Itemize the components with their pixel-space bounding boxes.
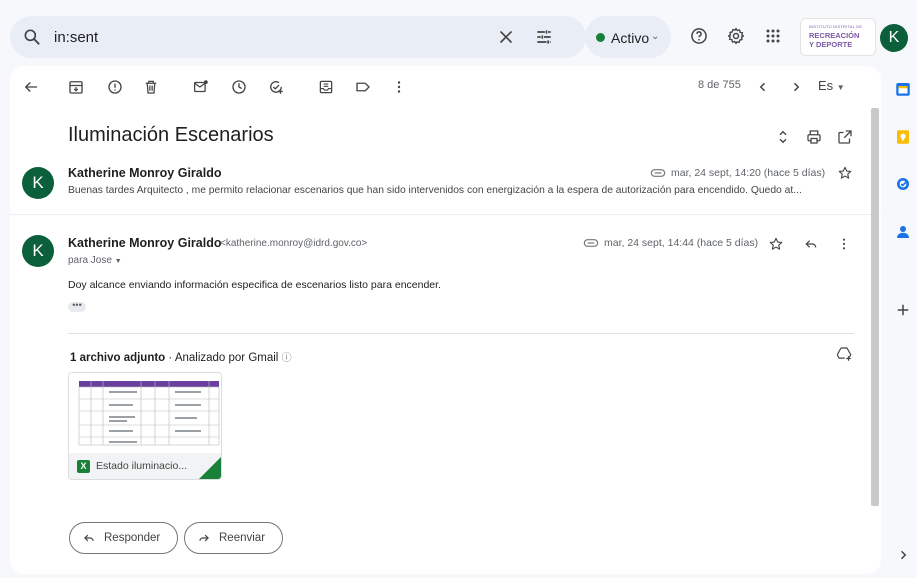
help-icon[interactable]	[689, 26, 709, 46]
mark-unread-icon[interactable]	[192, 78, 210, 96]
attachments-divider	[68, 333, 854, 334]
language-label: Es	[818, 78, 834, 93]
logo-line-3: Y DEPORTE	[809, 40, 853, 49]
clear-search-icon[interactable]	[496, 27, 516, 47]
account-avatar[interactable]: K	[880, 24, 908, 52]
apps-grid-icon[interactable]	[763, 26, 783, 46]
organization-logo[interactable]: INSTITUTO DISTRITAL DE RECREACIÓN Y DEPO…	[800, 18, 876, 56]
forward-label: Reenviar	[219, 532, 266, 544]
sender-avatar[interactable]: K	[22, 167, 54, 199]
open-new-window-icon[interactable]	[836, 128, 854, 146]
archive-icon[interactable]	[67, 78, 85, 96]
print-icon[interactable]	[805, 128, 823, 146]
more-vertical-icon[interactable]	[836, 236, 852, 252]
star-icon[interactable]	[837, 165, 853, 181]
reply-icon	[84, 534, 94, 542]
attachment-count: 1 archivo adjunto	[70, 352, 166, 364]
report-spam-icon[interactable]	[106, 78, 124, 96]
recipients-label: para Jose	[68, 255, 112, 266]
sender-name[interactable]: Katherine Monroy Giraldo	[68, 166, 222, 180]
star-icon[interactable]	[768, 236, 784, 252]
keep-icon[interactable]	[894, 128, 912, 146]
chevron-right-icon[interactable]	[787, 78, 805, 96]
reply-label: Responder	[104, 532, 161, 544]
logo-line-2: RECREACIÓN	[809, 31, 860, 40]
expand-panel-chevron-icon[interactable]	[894, 546, 912, 564]
logo-line-1: INSTITUTO DISTRITAL DE	[809, 24, 863, 29]
message-body: Doy alcance enviando información especif…	[68, 279, 441, 291]
more-vertical-icon[interactable]	[390, 78, 408, 96]
move-to-icon[interactable]	[317, 78, 335, 96]
message-date: mar, 24 sept, 14:20 (hace 5 días)	[671, 167, 826, 179]
settings-gear-icon[interactable]	[726, 26, 746, 46]
search-options-icon[interactable]	[534, 27, 554, 47]
chevron-down-icon: ⌄	[651, 31, 660, 42]
sender-email: <katherine.monroy@idrd.gov.co>	[220, 238, 368, 249]
search-icon[interactable]	[22, 27, 42, 47]
scrollbar[interactable]	[871, 108, 879, 506]
bullet-separator: ·	[165, 352, 175, 364]
spreadsheet-thumbnail	[69, 373, 221, 453]
add-addon-icon[interactable]	[894, 301, 912, 319]
attachment-clip-icon	[650, 169, 666, 177]
delete-icon[interactable]	[142, 78, 160, 96]
sender-avatar[interactable]: K	[22, 235, 54, 267]
caret-down-icon: ▼	[114, 258, 122, 265]
attachments-header: 1 archivo adjunto · Analizado por Gmail …	[70, 349, 292, 364]
attachment-filename: Estado iluminacio...	[96, 460, 188, 472]
label-icon[interactable]	[354, 78, 372, 96]
info-icon[interactable]: ⓘ	[282, 353, 292, 364]
search-bar[interactable]: in:sent	[10, 16, 586, 58]
thread-subject: Iluminación Escenarios	[68, 124, 274, 146]
status-label: Activo	[611, 30, 650, 46]
reply-icon[interactable]	[803, 236, 819, 252]
back-arrow-icon[interactable]	[22, 78, 40, 96]
message-divider	[10, 214, 881, 215]
add-to-drive-icon[interactable]	[835, 345, 853, 363]
expand-collapse-icon[interactable]	[774, 128, 792, 146]
reply-button[interactable]: Responder	[69, 522, 178, 554]
add-task-icon[interactable]	[267, 78, 285, 96]
attachment-card[interactable]: X Estado iluminacio...	[68, 372, 222, 480]
message-panel: 8 de 755 Es ▼ Iluminación Escenarios K K…	[10, 66, 881, 574]
tasks-icon[interactable]	[894, 175, 912, 193]
chevron-left-icon[interactable]	[754, 78, 772, 96]
excel-file-icon: X	[77, 460, 90, 473]
calendar-icon[interactable]	[894, 80, 912, 98]
forward-button[interactable]: Reenviar	[184, 522, 283, 554]
recipients-toggle[interactable]: para Jose ▼	[68, 255, 122, 266]
snooze-clock-icon[interactable]	[230, 78, 248, 96]
sender-name[interactable]: Katherine Monroy Giraldo	[68, 236, 222, 250]
message-snippet[interactable]: Buenas tardes Arquitecto , me permito re…	[68, 185, 868, 196]
input-tools-button[interactable]: Es ▼	[818, 78, 845, 93]
message-date: mar, 24 sept, 14:44 (hace 5 días)	[604, 237, 759, 249]
status-selector[interactable]: Activo ⌄	[585, 16, 671, 58]
top-bar: in:sent Activo ⌄ INSTITUTO DISTRITAL DE …	[0, 0, 917, 72]
status-dot	[596, 33, 605, 42]
contacts-icon[interactable]	[894, 223, 912, 241]
scan-status: Analizado por Gmail	[174, 352, 279, 364]
search-input[interactable]: in:sent	[54, 29, 98, 46]
page-count: 8 de 755	[698, 79, 741, 91]
forward-icon	[199, 534, 209, 542]
caret-down-icon: ▼	[836, 83, 845, 92]
show-trimmed-content-button[interactable]: •••	[68, 301, 86, 312]
attachment-clip-icon	[583, 239, 599, 247]
corner-fold-icon	[199, 457, 221, 479]
